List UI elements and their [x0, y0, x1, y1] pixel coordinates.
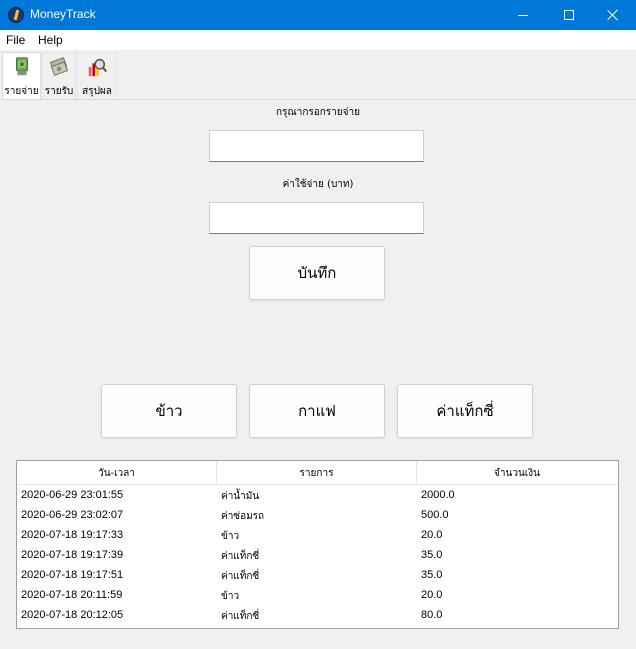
save-button[interactable]: บันทึก	[249, 246, 385, 300]
cell-datetime: 2020-07-18 19:17:33	[21, 529, 124, 541]
cell-datetime: 2020-07-18 20:11:59	[21, 589, 123, 601]
close-icon	[607, 9, 619, 21]
tab-summary-label: สรุปผล	[82, 86, 112, 97]
cell-datetime: 2020-07-18 19:17:39	[21, 549, 124, 561]
tab-expense[interactable]: รายจ่าย	[2, 52, 41, 99]
cell-amount: 2000.0	[421, 489, 455, 501]
tab-summary[interactable]: สรุปผล	[77, 52, 117, 99]
quick-button-taxi[interactable]: ค่าแท็กซี่	[397, 384, 533, 438]
table-row[interactable]: 2020-07-18 19:17:51 ค่าแท็กซี่ 35.0	[17, 565, 618, 585]
table-row[interactable]: 2020-07-18 19:17:33 ข้าว 20.0	[17, 525, 618, 545]
cell-amount: 20.0	[421, 529, 443, 541]
amount-input[interactable]	[209, 202, 424, 234]
tab-expense-label: รายจ่าย	[4, 86, 39, 97]
cell-amount: 500.0	[421, 509, 449, 521]
menu-bar: File Help	[0, 30, 636, 50]
header-amount[interactable]: จำนวนเงิน	[417, 461, 617, 485]
cell-item: ค่าแท็กซี่	[221, 611, 260, 622]
cell-amount: 80.0	[421, 609, 443, 621]
close-button[interactable]	[590, 0, 636, 30]
cell-datetime: 2020-06-29 23:02:07	[21, 509, 124, 521]
table-body: 2020-06-29 23:01:55 ค่าน้ำมัน 2000.0 202…	[17, 485, 618, 625]
money-out-icon	[15, 57, 28, 76]
cell-item: ค่าซ่อมรถ	[221, 511, 265, 522]
quick-button-coffee[interactable]: กาแฟ	[249, 384, 385, 438]
app-icon	[8, 7, 24, 23]
cell-datetime: 2020-06-29 23:01:55	[21, 489, 124, 501]
maximize-icon	[564, 10, 574, 20]
summary-search-icon	[88, 58, 107, 77]
table-row[interactable]: 2020-07-18 19:17:39 ค่าแท็กซี่ 35.0	[17, 545, 618, 565]
table-row[interactable]: 2020-07-18 20:12:05 ค่าแท็กซี่ 80.0	[17, 605, 618, 625]
money-in-icon	[49, 57, 69, 76]
cell-item: ค่าน้ำมัน	[221, 491, 260, 502]
cell-datetime: 2020-07-18 20:12:05	[21, 609, 124, 621]
table-row[interactable]: 2020-06-29 23:01:55 ค่าน้ำมัน 2000.0	[17, 485, 618, 505]
tab-income[interactable]: รายรับ	[42, 52, 76, 99]
window-title: MoneyTrack	[30, 7, 96, 21]
tab-income-label: รายรับ	[44, 86, 74, 97]
table-header: วัน-เวลา รายการ จำนวนเงิน	[17, 461, 618, 485]
item-input[interactable]	[209, 130, 424, 162]
table-row[interactable]: 2020-06-29 23:02:07 ค่าซ่อมรถ 500.0	[17, 505, 618, 525]
table-row[interactable]: 2020-07-18 20:11:59 ข้าว 20.0	[17, 585, 618, 605]
cell-amount: 35.0	[421, 569, 443, 581]
cell-datetime: 2020-07-18 19:17:51	[21, 569, 124, 581]
cell-item: ค่าแท็กซี่	[221, 551, 260, 562]
header-datetime[interactable]: วัน-เวลา	[17, 461, 217, 485]
header-item[interactable]: รายการ	[217, 461, 417, 485]
minimize-icon	[518, 14, 528, 16]
cell-amount: 20.0	[421, 589, 443, 601]
cell-item: ค่าแท็กซี่	[221, 571, 260, 582]
menu-file[interactable]: File	[6, 33, 25, 47]
tab-bar: รายจ่าย รายรับ สรุปผล	[0, 50, 636, 100]
menu-help[interactable]: Help	[38, 33, 63, 47]
cell-amount: 35.0	[421, 549, 443, 561]
item-label: กรุณากรอกรายจ่าย	[276, 107, 360, 118]
title-bar: MoneyTrack	[0, 0, 636, 30]
amount-label: ค่าใช้จ่าย (บาท)	[282, 179, 354, 190]
minimize-button[interactable]	[500, 0, 546, 30]
maximize-button[interactable]	[546, 0, 592, 30]
cell-item: ข้าว	[221, 591, 240, 602]
cell-item: ข้าว	[221, 531, 240, 542]
expense-table: วัน-เวลา รายการ จำนวนเงิน 2020-06-29 23:…	[16, 460, 619, 629]
quick-button-rice[interactable]: ข้าว	[101, 384, 237, 438]
